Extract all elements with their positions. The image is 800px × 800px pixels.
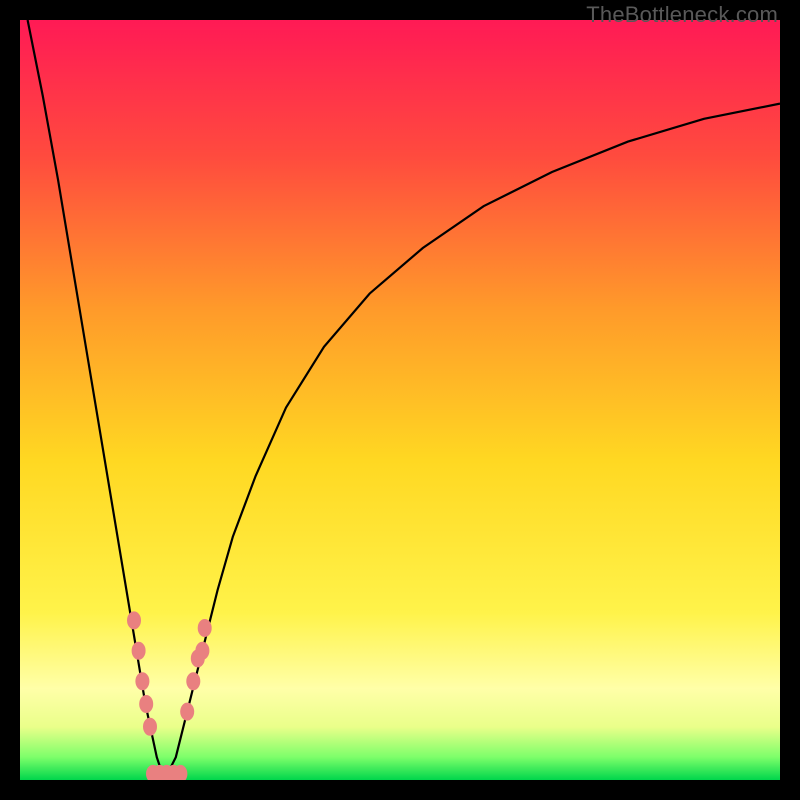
marker-point (180, 703, 194, 721)
marker-point (186, 672, 200, 690)
gradient-background (20, 20, 780, 780)
marker-point (198, 619, 212, 637)
marker-point (143, 718, 157, 736)
marker-point (195, 642, 209, 660)
chart-frame: TheBottleneck.com (0, 0, 800, 800)
marker-point (135, 672, 149, 690)
marker-point (132, 642, 146, 660)
bottleneck-chart (20, 20, 780, 780)
marker-point (139, 695, 153, 713)
marker-point (127, 611, 141, 629)
watermark-text: TheBottleneck.com (586, 2, 778, 28)
